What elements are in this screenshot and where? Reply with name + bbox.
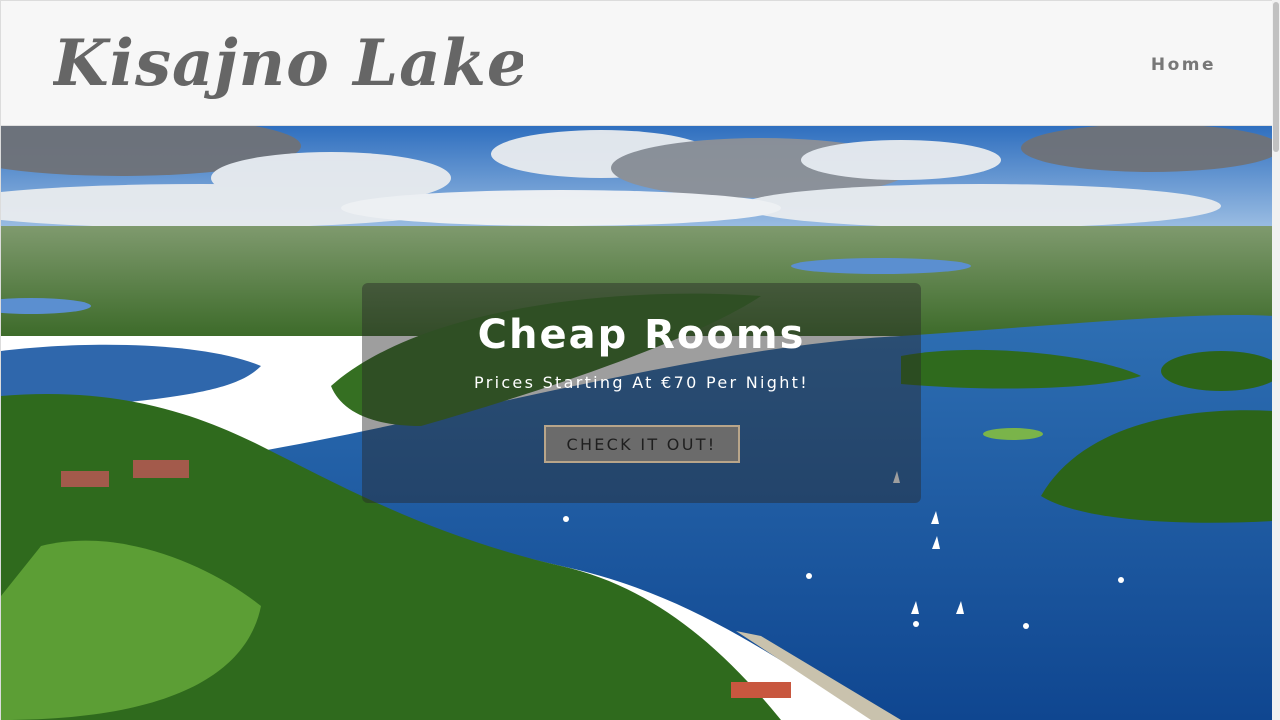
hero-subtitle: Prices Starting At €70 Per Night! — [474, 373, 809, 392]
logo-text: Kisajno Lake — [53, 26, 523, 101]
hero-title: Cheap Rooms — [477, 312, 806, 358]
page-scrollbar[interactable] — [1272, 0, 1280, 720]
check-it-out-button[interactable]: CHECK IT OUT! — [543, 425, 740, 463]
hero-section: Cheap Rooms Prices Starting At €70 Per N… — [0, 126, 1272, 720]
nav-home-link[interactable]: Home — [1151, 55, 1216, 75]
site-header: Kisajno Lake Home — [0, 0, 1272, 126]
scrollbar-thumb[interactable] — [1273, 2, 1279, 152]
site-logo[interactable]: Kisajno Lake — [53, 15, 523, 105]
page: Kisajno Lake Home Cheap Rooms Prices Sta… — [0, 0, 1280, 720]
hero-overlay-card: Cheap Rooms Prices Starting At €70 Per N… — [362, 283, 921, 503]
